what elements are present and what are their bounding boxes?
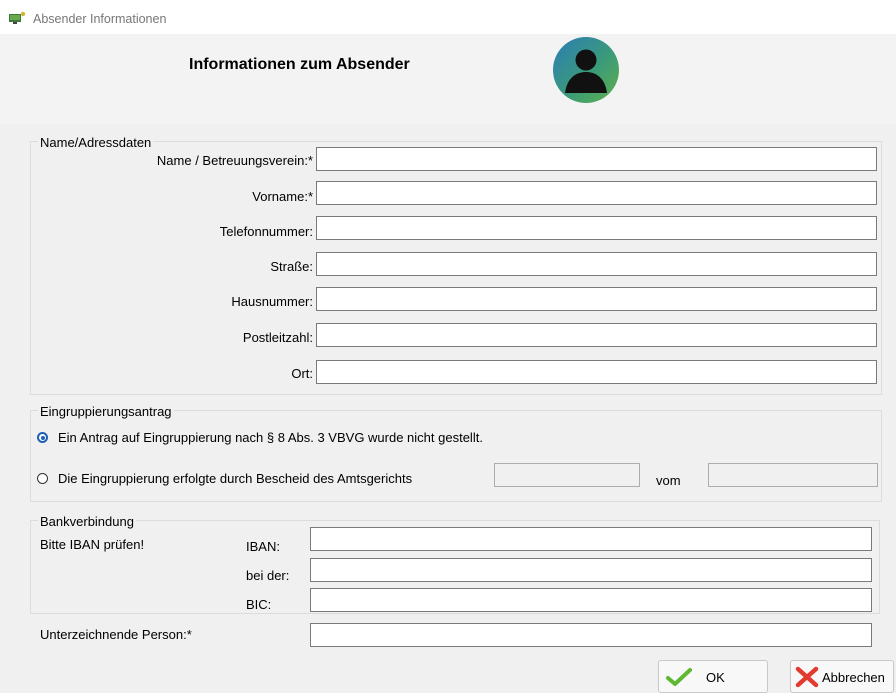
- iban-hint: Bitte IBAN prüfen!: [40, 537, 145, 552]
- window-title: Absender Informationen: [33, 12, 167, 26]
- city-label: Ort:: [291, 366, 313, 381]
- date-label: vom: [656, 473, 681, 488]
- x-icon: [795, 666, 819, 688]
- signer-label: Unterzeichnende Person:*: [40, 627, 192, 642]
- bank-name-field[interactable]: [310, 558, 872, 582]
- cancel-button-label: Abbrechen: [822, 670, 885, 685]
- zip-label: Postleitzahl:: [242, 330, 313, 345]
- ok-button-label: OK: [706, 670, 725, 685]
- housenumber-field[interactable]: [316, 287, 877, 311]
- grouping-group-legend: Eingruppierungsantrag: [38, 404, 174, 419]
- firstname-field[interactable]: [316, 181, 877, 205]
- grouping-group: [30, 410, 882, 502]
- city-field[interactable]: [316, 360, 877, 384]
- option-court-decision-radio[interactable]: [37, 473, 48, 484]
- iban-field[interactable]: [310, 527, 872, 551]
- signer-field[interactable]: [310, 623, 872, 647]
- housenumber-label: Hausnummer:: [231, 294, 313, 309]
- address-group-legend: Name/Adressdaten: [38, 135, 154, 150]
- ok-button[interactable]: OK: [658, 660, 768, 693]
- court-field[interactable]: [494, 463, 640, 487]
- checkmark-icon: [666, 668, 692, 686]
- cancel-button[interactable]: Abbrechen: [790, 660, 894, 693]
- bank-name-label: bei der:: [246, 568, 290, 583]
- user-avatar-icon: [553, 37, 619, 103]
- street-label: Straße:: [270, 259, 313, 274]
- iban-label: IBAN:: [246, 539, 280, 554]
- name-field[interactable]: [316, 147, 877, 171]
- street-field[interactable]: [316, 252, 877, 276]
- option-not-filed-label[interactable]: Ein Antrag auf Eingruppierung nach § 8 A…: [58, 430, 483, 445]
- phone-field[interactable]: [316, 216, 877, 240]
- option-not-filed-radio[interactable]: [37, 432, 48, 443]
- zip-field[interactable]: [316, 323, 877, 347]
- name-label: Name / Betreuungsverein:*: [156, 153, 313, 168]
- bank-group-legend: Bankverbindung: [38, 514, 136, 529]
- app-icon: [9, 11, 26, 24]
- page-title: Informationen zum Absender: [189, 56, 410, 73]
- bic-label: BIC:: [246, 597, 272, 612]
- firstname-label: Vorname:*: [252, 189, 313, 204]
- bic-field[interactable]: [310, 588, 872, 612]
- option-court-decision-label[interactable]: Die Eingruppierung erfolgte durch Besche…: [58, 471, 412, 486]
- date-field[interactable]: [708, 463, 878, 487]
- header-area: [0, 34, 896, 124]
- phone-label: Telefonnummer:: [219, 224, 313, 239]
